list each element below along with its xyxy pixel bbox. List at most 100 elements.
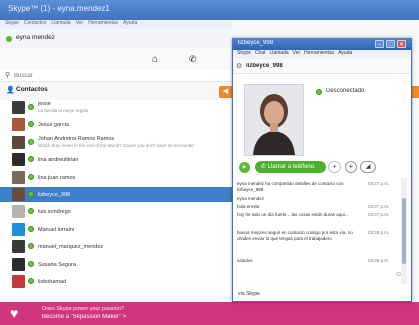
- message-timestamp: 03:27 p.m.: [368, 181, 390, 186]
- contact-avatar: [12, 136, 25, 149]
- contact-avatar: [12, 153, 25, 166]
- chat-message: hola ermita: [237, 204, 260, 209]
- contact-avatar: [12, 188, 25, 201]
- conv-menu-herramientas[interactable]: Herramientas: [304, 50, 334, 56]
- search-input[interactable]: [14, 71, 214, 80]
- contact-avatar: [12, 118, 25, 131]
- heart-icon: ♥: [10, 305, 19, 321]
- contact-name: Johan Andreina Ramos Ramos: [38, 136, 115, 142]
- contact-name: jesse: [38, 101, 51, 107]
- contact-name: Jesus garcia: [38, 121, 69, 128]
- contact-row[interactable]: lina andreulitrian: [0, 152, 232, 167]
- contact-avatar: [12, 205, 25, 218]
- add-participant-button[interactable]: +: [345, 161, 357, 173]
- call-quality-button[interactable]: ◢: [360, 161, 376, 173]
- menu-herramientas[interactable]: Herramientas: [88, 20, 118, 26]
- contacts-icon: 👤: [6, 87, 15, 94]
- main-menubar: Skype Contactos Llamada Ver Herramientas Ayud…: [0, 20, 232, 29]
- contact-status-icon: [28, 191, 34, 197]
- contact-name: lina andreulitrian: [38, 156, 79, 163]
- contact-name: lizbeyce_998: [38, 191, 71, 198]
- contact-status: Desconectado: [326, 88, 365, 94]
- contact-row[interactable]: jesse La familia el mejor regalo: [0, 100, 232, 115]
- main-toolbar: [0, 48, 232, 71]
- contact-name: Manuel lorraini: [38, 226, 75, 233]
- conversation-menubar: Skype Chat Llamada Ver Herramientas Ayuda: [233, 50, 410, 59]
- call-phone-label: Llamar a teléfono: [267, 164, 315, 170]
- contacts-label[interactable]: Contactos: [16, 86, 48, 93]
- conv-menu-llamada[interactable]: Llamada: [269, 50, 288, 56]
- contact-mood: La familia el mejor regalo: [38, 108, 89, 113]
- conv-menu-skype[interactable]: Skype: [237, 50, 251, 56]
- contact-row[interactable]: lisbohamad: [0, 274, 232, 289]
- chat-message: saludos: [237, 258, 253, 263]
- menu-skype[interactable]: Skype: [5, 20, 19, 26]
- chat-input[interactable]: [238, 270, 393, 280]
- menu-ver[interactable]: Ver: [76, 20, 84, 26]
- message-timestamp: 03:27 p.m.: [368, 212, 390, 217]
- contact-mood: Watch they mean in the end of the World?…: [38, 143, 194, 148]
- contact-status-icon: [28, 243, 34, 249]
- menu-llamada[interactable]: Llamada: [51, 20, 70, 26]
- contact-row[interactable]: Susana Segura: [0, 257, 232, 272]
- side-panel-toggle-button[interactable]: ◀: [219, 86, 232, 98]
- banner-link[interactable]: Become a "Skpassion Maker" >: [42, 314, 126, 320]
- contact-avatar: [12, 258, 25, 271]
- contact-name: luis sondrego: [38, 208, 71, 215]
- contact-row[interactable]: Jesus garcia: [0, 117, 232, 132]
- message-timestamp: 03:28 p.m.: [368, 258, 390, 263]
- conv-menu-ayuda[interactable]: Ayuda: [338, 50, 352, 56]
- contact-name: lisbohamad: [38, 278, 67, 285]
- gear-icon[interactable]: ⚙: [236, 62, 242, 70]
- contact-status-icon: [28, 226, 34, 232]
- emoticon-icon[interactable]: ☺: [395, 271, 402, 278]
- call-phone-button[interactable]: ✆ Llamar a teléfono: [255, 161, 326, 173]
- chat-message: buena mejores seguir en contacto contigo…: [237, 230, 353, 241]
- contact-status-icon: [28, 208, 34, 214]
- menu-ayuda[interactable]: Ayuda: [123, 20, 137, 26]
- maximize-button[interactable]: □: [386, 40, 395, 48]
- contact-row[interactable]: luis sondrego: [0, 204, 232, 219]
- message-timestamp: 03:28 p.m.: [368, 230, 390, 235]
- message-sender: eyna mendez: [237, 196, 265, 201]
- contact-avatar: [12, 223, 25, 236]
- via-skype-selector[interactable]: vía Skype: [238, 291, 260, 297]
- contact-status-icon: [28, 174, 34, 180]
- contact-name: manuel_marquez_mendez: [38, 243, 104, 250]
- contact-avatar: [12, 101, 25, 114]
- call-options-dropdown[interactable]: ▾: [328, 161, 341, 173]
- contact-avatar: [12, 171, 25, 184]
- minimize-button[interactable]: –: [375, 40, 384, 48]
- conv-menu-ver[interactable]: Ver: [293, 50, 301, 56]
- contact-row[interactable]: Johan Andreina Ramos Ramos Watch they mea…: [0, 135, 232, 150]
- chat-scroll-thumb[interactable]: [402, 198, 406, 264]
- conv-menu-chat[interactable]: Chat: [255, 50, 266, 56]
- phone-icon[interactable]: ✆: [189, 54, 197, 65]
- contact-row[interactable]: lina juan ramos: [0, 170, 232, 185]
- user-status-icon[interactable]: [6, 36, 12, 42]
- contact-row[interactable]: manuel_marquez_mendez: [0, 239, 232, 254]
- main-window-title: Skype™ (1) - eyna.mendez1: [8, 4, 110, 13]
- video-call-button[interactable]: ▶: [239, 162, 250, 173]
- banner-headline: Does Skype power your passion?: [42, 306, 124, 312]
- home-icon[interactable]: ⌂: [152, 54, 158, 65]
- contact-status-icon: [28, 104, 34, 110]
- menu-contactos[interactable]: Contactos: [24, 20, 47, 26]
- conversation-username: lizbeyce_998: [246, 63, 283, 69]
- contact-row[interactable]: lizbeyce_998: [0, 187, 232, 202]
- close-button[interactable]: ✕: [397, 40, 406, 48]
- contact-status-icon: [28, 261, 34, 267]
- user-name[interactable]: eyna mendez: [16, 34, 55, 41]
- contact-status-icon: [28, 139, 34, 145]
- contact-avatar: [12, 240, 25, 253]
- contact-name: Susana Segura: [38, 261, 76, 268]
- contact-name: lina juan ramos: [38, 174, 76, 181]
- conversation-title: lizbeyce_998: [238, 40, 274, 46]
- message-timestamp: 03:27 p.m.: [368, 204, 390, 209]
- contact-row[interactable]: Manuel lorraini: [0, 222, 232, 237]
- contact-status-icon: [28, 156, 34, 162]
- contact-list: jesse La familia el mejor regalo Jesus gar…: [0, 100, 232, 296]
- profile-photo-image: [245, 85, 303, 155]
- chat-message: eyna mendez ha compartido detalles de co…: [237, 181, 344, 192]
- contact-status-icon: [28, 121, 34, 127]
